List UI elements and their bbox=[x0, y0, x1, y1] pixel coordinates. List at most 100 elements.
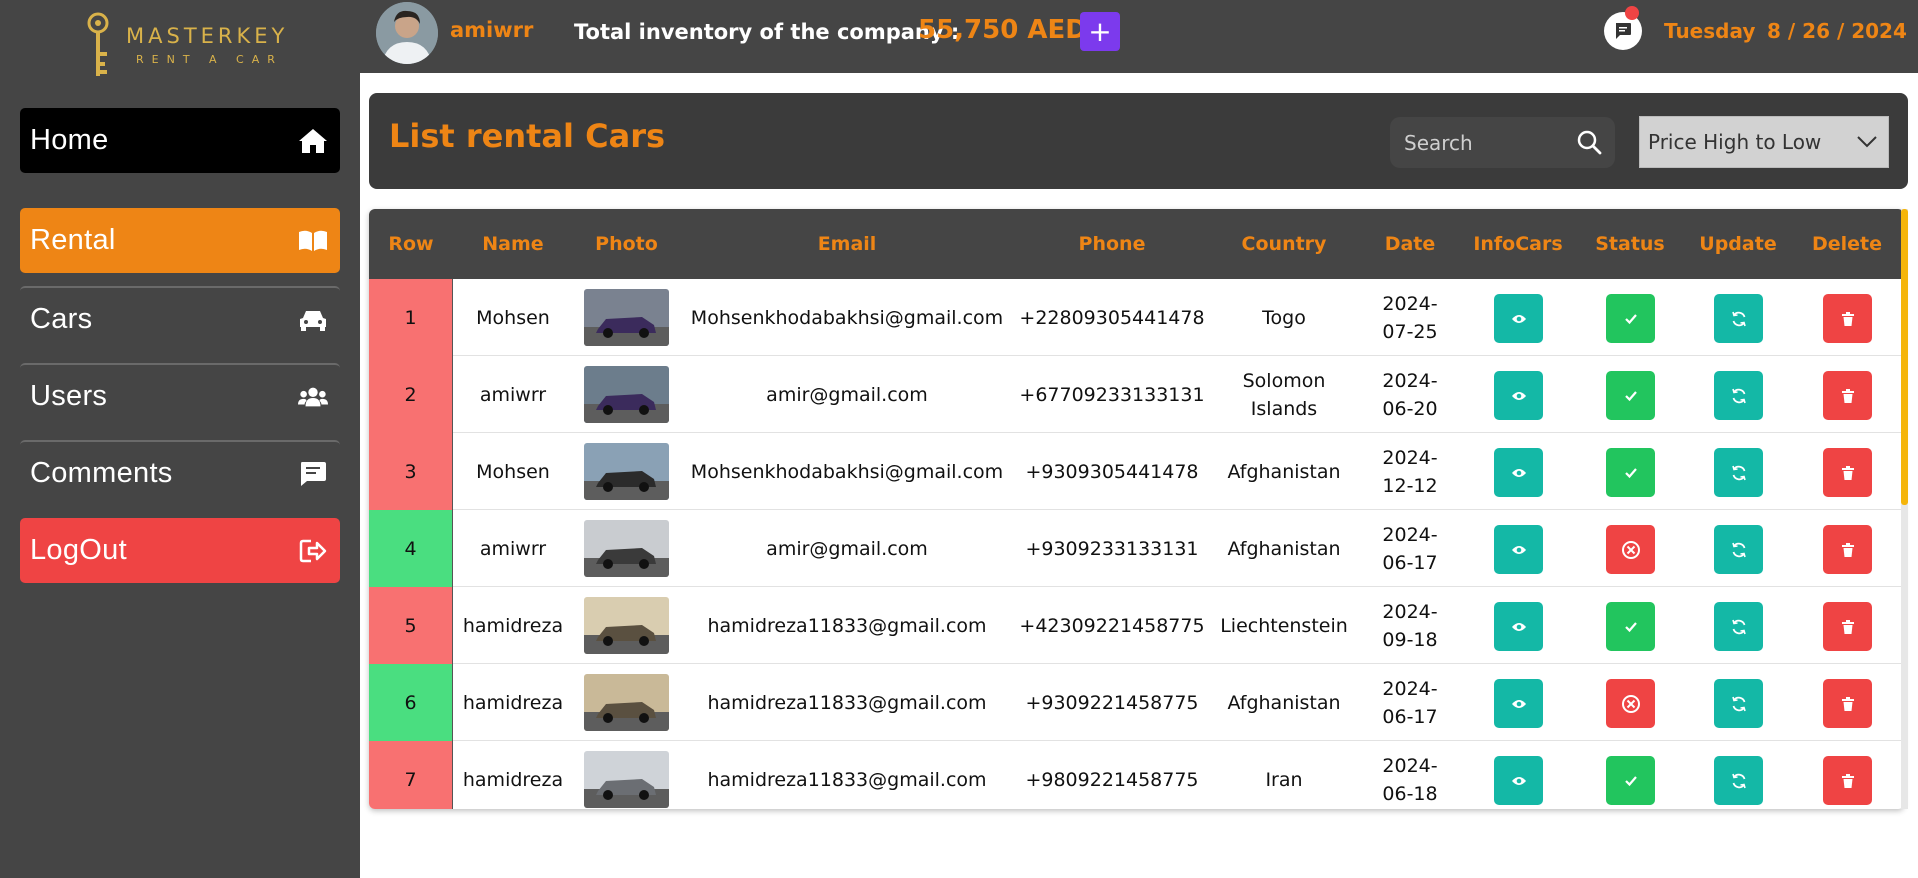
rental-date: 2024- 06-17 bbox=[1358, 664, 1462, 741]
delete-button[interactable] bbox=[1823, 294, 1872, 343]
info-car-button[interactable] bbox=[1494, 448, 1543, 497]
column-header-date: Date bbox=[1384, 233, 1436, 255]
update-button[interactable] bbox=[1714, 756, 1763, 805]
search-input[interactable] bbox=[1404, 130, 1564, 156]
notification-badge bbox=[1625, 6, 1639, 20]
rental-date: 2024- 06-17 bbox=[1358, 510, 1462, 587]
delete-button[interactable] bbox=[1823, 679, 1872, 728]
rental-date-year: 2024- bbox=[1382, 600, 1438, 623]
sidebar-item-label: Users bbox=[30, 380, 108, 412]
trash-icon bbox=[1841, 542, 1854, 557]
renter-phone: +9309233133131 bbox=[1025, 537, 1199, 560]
renter-phone: +9809221458775 bbox=[1025, 768, 1199, 791]
eye-icon bbox=[1511, 622, 1526, 631]
car-photo[interactable] bbox=[584, 520, 669, 577]
car-photo[interactable] bbox=[584, 751, 669, 808]
status-approved-button[interactable] bbox=[1606, 756, 1655, 805]
column-header-infocars: InfoCars bbox=[1473, 233, 1563, 255]
renter-email: amir@gmail.com bbox=[766, 383, 928, 406]
status-approved-button[interactable] bbox=[1606, 294, 1655, 343]
info-car-button[interactable] bbox=[1494, 679, 1543, 728]
sidebar: MASTERKEY RENT A CAR Home Rental Cars Us… bbox=[0, 0, 360, 878]
brand-logo[interactable]: MASTERKEY RENT A CAR bbox=[80, 10, 300, 80]
brand-name: MASTERKEY bbox=[126, 24, 289, 48]
sidebar-item-cars[interactable]: Cars bbox=[20, 286, 340, 351]
status-approved-button[interactable] bbox=[1606, 448, 1655, 497]
check-icon bbox=[1624, 775, 1637, 786]
message-icon bbox=[1616, 23, 1631, 39]
rentals-table: Row Name Photo Email Phone Country Date … bbox=[369, 209, 1904, 809]
sidebar-item-users[interactable]: Users bbox=[20, 363, 340, 428]
column-header-country: Country bbox=[1241, 233, 1327, 255]
refresh-icon bbox=[1731, 696, 1746, 711]
column-header-delete: Delete bbox=[1811, 233, 1883, 255]
row-number: 1 bbox=[369, 279, 453, 356]
update-button[interactable] bbox=[1714, 525, 1763, 574]
rental-date-day: 06-17 bbox=[1382, 551, 1438, 574]
info-car-button[interactable] bbox=[1494, 525, 1543, 574]
sidebar-item-rental[interactable]: Rental bbox=[20, 208, 340, 273]
renter-name: hamidreza bbox=[462, 691, 564, 714]
delete-button[interactable] bbox=[1823, 448, 1872, 497]
renter-country: Togo bbox=[1262, 306, 1306, 329]
update-button[interactable] bbox=[1714, 371, 1763, 420]
trash-icon bbox=[1841, 696, 1854, 711]
delete-button[interactable] bbox=[1823, 525, 1872, 574]
status-approved-button[interactable] bbox=[1606, 371, 1655, 420]
inventory-label: Total inventory of the company : bbox=[574, 20, 960, 44]
table-row: 2 amiwrr amir@gmail.com +67709233133131 Solo… bbox=[369, 356, 1904, 433]
update-button[interactable] bbox=[1714, 294, 1763, 343]
sidebar-item-home[interactable]: Home bbox=[20, 108, 340, 173]
status-rejected-button[interactable] bbox=[1606, 679, 1655, 728]
car-photo[interactable] bbox=[584, 674, 669, 731]
avatar[interactable] bbox=[376, 2, 438, 64]
refresh-icon bbox=[1731, 773, 1746, 788]
renter-phone: +42309221458775 bbox=[1019, 614, 1205, 637]
search-icon[interactable] bbox=[1576, 129, 1602, 155]
username[interactable]: amiwrr bbox=[450, 18, 533, 42]
car-photo[interactable] bbox=[584, 289, 669, 346]
table-row: 4 amiwrr amir@gmail.com +9309233133131 Afgha… bbox=[369, 510, 1904, 587]
status-approved-button[interactable] bbox=[1606, 602, 1655, 651]
renter-email: amir@gmail.com bbox=[766, 537, 928, 560]
info-car-button[interactable] bbox=[1494, 371, 1543, 420]
book-open-icon bbox=[298, 226, 328, 256]
rental-date-day: 07-25 bbox=[1382, 320, 1438, 343]
renter-name: Mohsen bbox=[476, 460, 550, 483]
car-photo[interactable] bbox=[584, 366, 669, 423]
column-header-email: Email bbox=[817, 233, 877, 255]
info-car-button[interactable] bbox=[1494, 294, 1543, 343]
refresh-icon bbox=[1731, 311, 1746, 326]
renter-country: Afghanistan bbox=[1227, 691, 1341, 714]
sort-select[interactable]: Price High to Low bbox=[1639, 116, 1889, 168]
update-button[interactable] bbox=[1714, 679, 1763, 728]
check-icon bbox=[1624, 467, 1637, 478]
update-button[interactable] bbox=[1714, 448, 1763, 497]
renter-name: hamidreza bbox=[462, 768, 564, 791]
car-icon bbox=[298, 305, 328, 335]
scrollbar-thumb[interactable] bbox=[1901, 209, 1908, 505]
brand-tagline: RENT A CAR bbox=[136, 53, 283, 66]
delete-button[interactable] bbox=[1823, 756, 1872, 805]
car-photo[interactable] bbox=[584, 597, 669, 654]
status-rejected-button[interactable] bbox=[1606, 525, 1655, 574]
eye-icon bbox=[1511, 391, 1526, 400]
info-car-button[interactable] bbox=[1494, 756, 1543, 805]
info-car-button[interactable] bbox=[1494, 602, 1543, 651]
eye-icon bbox=[1511, 699, 1526, 708]
renter-name: Mohsen bbox=[476, 306, 550, 329]
home-icon bbox=[298, 126, 328, 156]
update-button[interactable] bbox=[1714, 602, 1763, 651]
x-circle-icon bbox=[1621, 694, 1640, 713]
delete-button[interactable] bbox=[1823, 371, 1872, 420]
delete-button[interactable] bbox=[1823, 602, 1872, 651]
rental-date-year: 2024- bbox=[1382, 292, 1438, 315]
sort-select-value: Price High to Low bbox=[1648, 130, 1822, 154]
renter-name: amiwrr bbox=[479, 537, 547, 560]
sidebar-item-label: Cars bbox=[30, 303, 93, 335]
add-inventory-button[interactable]: + bbox=[1080, 12, 1120, 51]
search-box bbox=[1390, 117, 1615, 168]
sidebar-item-comments[interactable]: Comments bbox=[20, 440, 340, 505]
car-photo[interactable] bbox=[584, 443, 669, 500]
sidebar-item-logout[interactable]: LogOut bbox=[20, 518, 340, 583]
